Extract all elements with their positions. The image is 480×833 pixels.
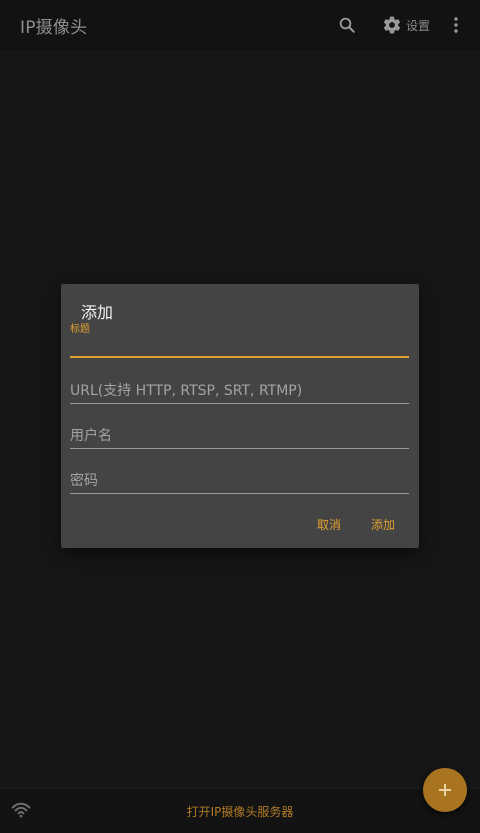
title-field[interactable]: 标题: [70, 320, 409, 358]
app-bar: IP摄像头 设置: [0, 0, 480, 50]
add-fab-button[interactable]: [423, 768, 467, 812]
bottom-bar: 打开IP摄像头服务器: [0, 788, 480, 833]
add-button[interactable]: 添加: [371, 516, 395, 533]
settings-label: 设置: [405, 18, 430, 33]
username-field-underline: [70, 448, 409, 449]
password-field-underline: [70, 493, 409, 494]
add-camera-dialog: 添加 标题 URL(支持 HTTP, RTSP, SRT, RTMP) 用户名 …: [61, 284, 419, 548]
cancel-button[interactable]: 取消: [317, 516, 341, 533]
url-field-underline: [70, 403, 409, 404]
title-field-label: 标题: [70, 324, 90, 335]
username-field-placeholder: 用户名: [70, 428, 112, 444]
gear-icon: [383, 16, 401, 34]
search-icon: [339, 17, 355, 33]
app-bar-actions: 设置: [332, 0, 480, 50]
open-ip-camera-server-link[interactable]: 打开IP摄像头服务器: [0, 803, 480, 820]
password-field-placeholder: 密码: [70, 473, 98, 489]
app-screen: IP摄像头 设置 添加 标题 URL(支持 HTTP, RTSP, SRT, R…: [0, 0, 480, 833]
username-field[interactable]: 用户名: [70, 424, 409, 449]
more-options-button[interactable]: [444, 10, 468, 40]
plus-icon: [439, 784, 451, 796]
dialog-actions: 取消 添加: [287, 516, 395, 533]
password-field[interactable]: 密码: [70, 469, 409, 494]
url-field-placeholder: URL(支持 HTTP, RTSP, SRT, RTMP): [70, 383, 303, 399]
settings-button[interactable]: 设置: [382, 15, 430, 35]
app-title: IP摄像头: [20, 17, 88, 38]
url-field[interactable]: URL(支持 HTTP, RTSP, SRT, RTMP): [70, 378, 409, 404]
search-button[interactable]: [332, 10, 362, 40]
title-field-underline: [70, 356, 409, 358]
more-vert-icon: [454, 17, 458, 33]
